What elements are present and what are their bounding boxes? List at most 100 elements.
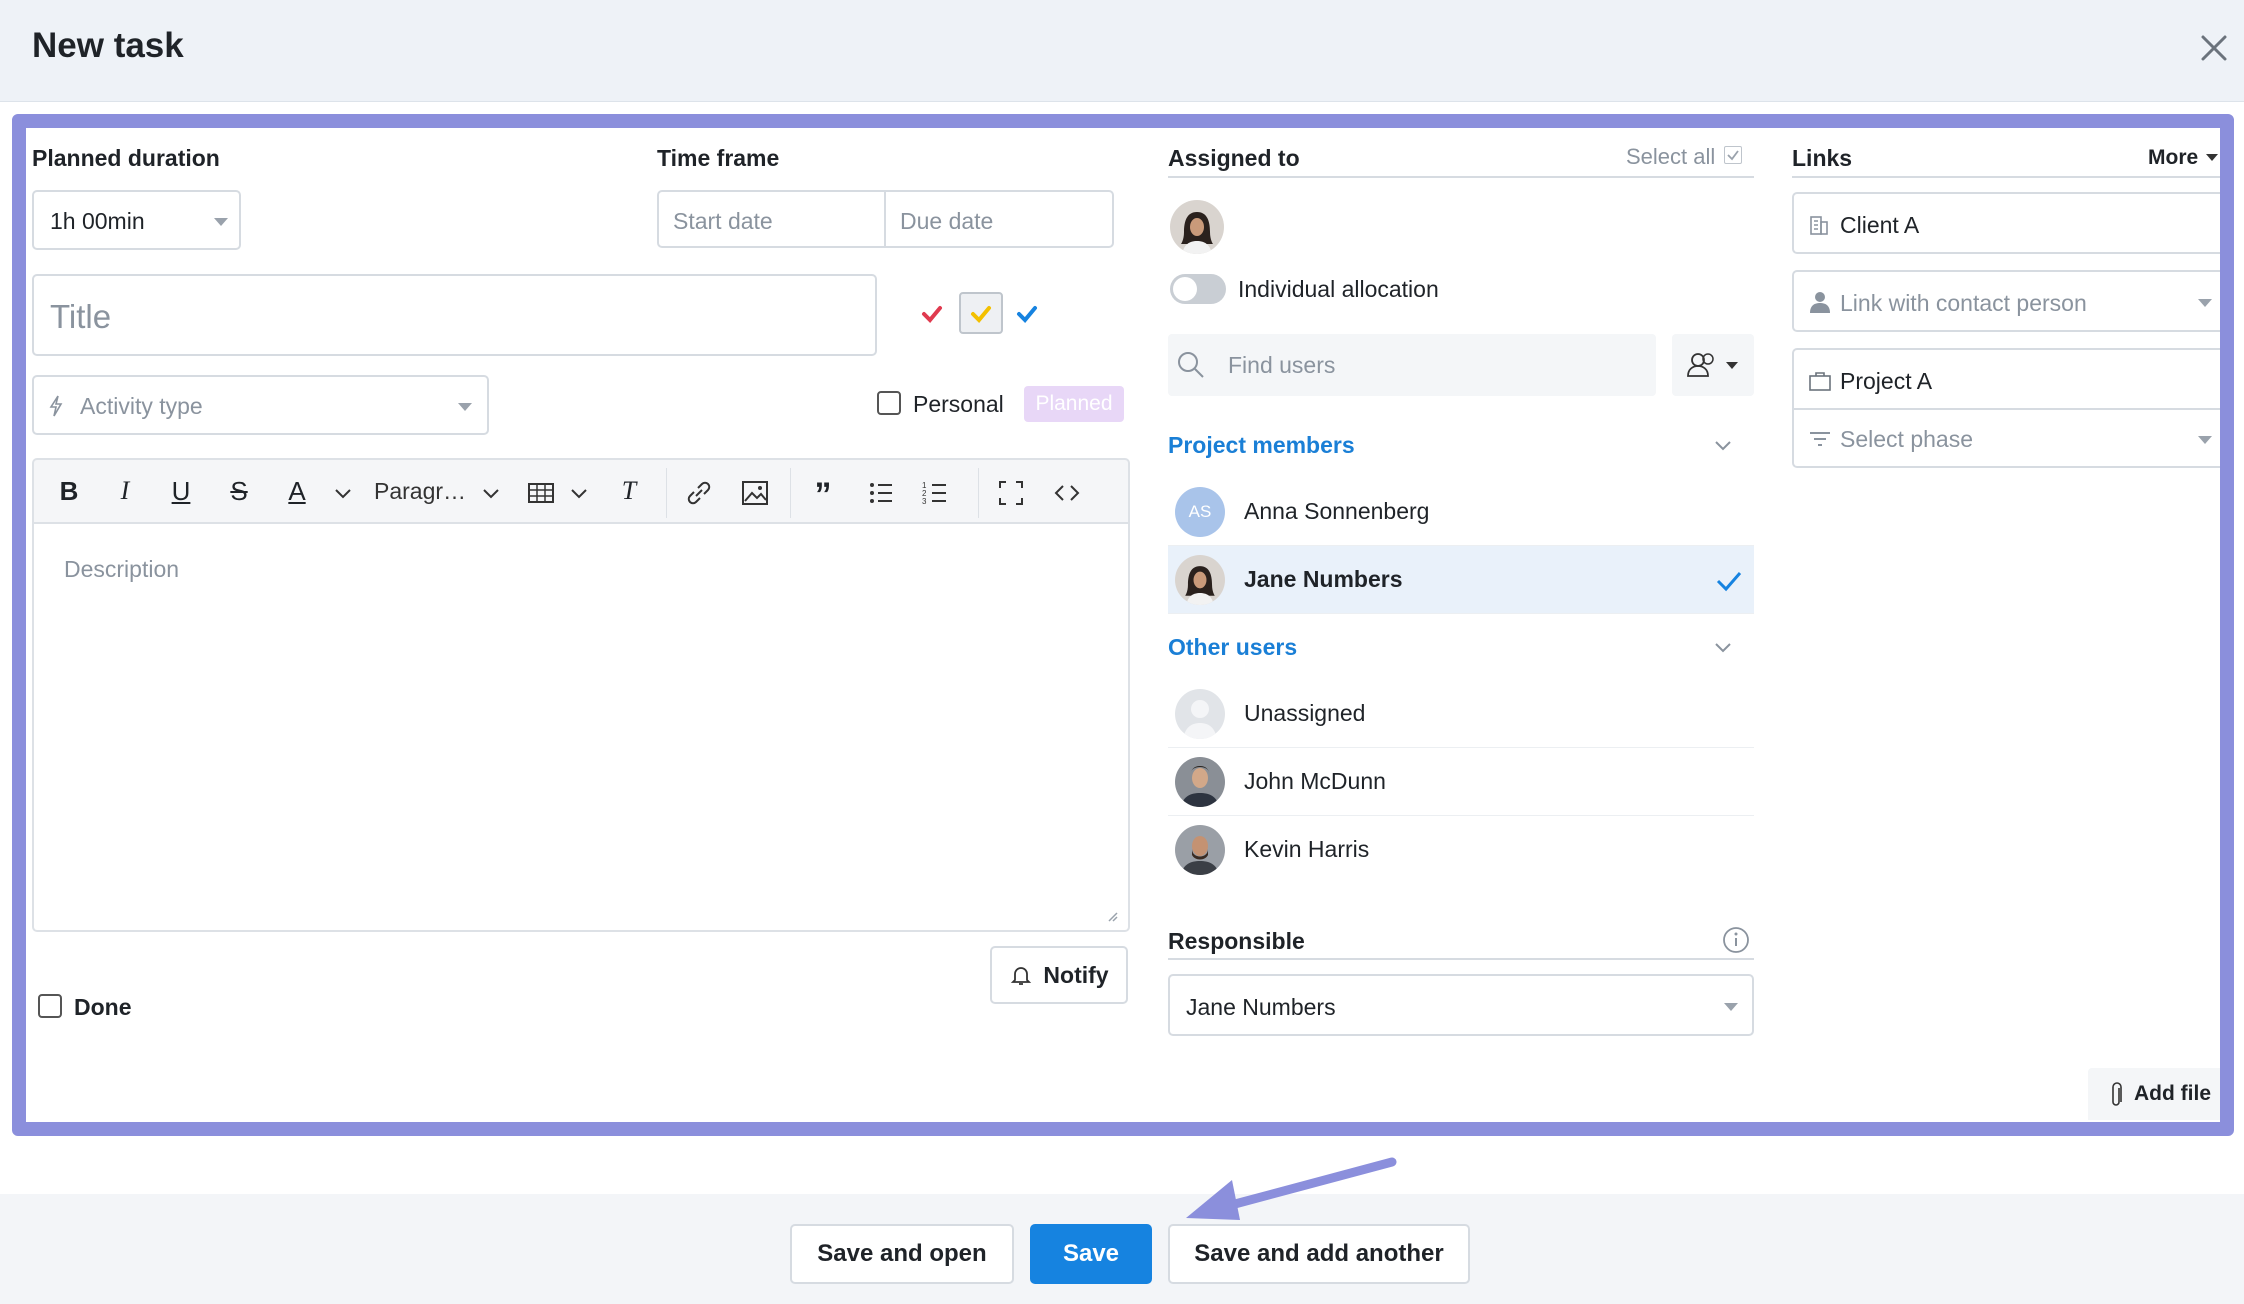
resize-handle-icon[interactable] <box>1106 910 1118 922</box>
clear-format-icon[interactable]: T <box>612 476 646 510</box>
chevron-down-icon[interactable] <box>1712 434 1734 456</box>
planned-badge: Planned <box>1024 386 1124 422</box>
user-row-unassigned[interactable]: Unassigned <box>1168 680 1754 748</box>
paragraph-select[interactable]: Paragr… <box>374 478 466 505</box>
project-value: Project A <box>1840 368 1933 394</box>
title-placeholder: Title <box>50 298 112 335</box>
chevron-down-icon[interactable] <box>474 476 508 510</box>
save-and-open-button[interactable]: Save and open <box>790 1224 1014 1284</box>
notify-label: Notify <box>1043 961 1109 988</box>
add-file-button[interactable]: Add file <box>2088 1068 2220 1120</box>
notify-button[interactable]: Notify <box>990 946 1128 1004</box>
underline-icon[interactable]: U <box>164 476 198 510</box>
priority-yellow-check[interactable] <box>959 292 1003 334</box>
placeholder-avatar-icon <box>1175 689 1225 739</box>
toolbar-divider <box>790 468 791 518</box>
numbered-list-icon[interactable]: 123 <box>918 476 952 510</box>
bell-icon <box>1011 967 1032 985</box>
individual-allocation-toggle[interactable] <box>1170 274 1226 304</box>
check-icon <box>922 306 942 323</box>
table-icon[interactable] <box>524 476 558 510</box>
close-button[interactable] <box>2192 26 2236 70</box>
user-row-kevin[interactable]: Kevin Harris <box>1168 816 1754 884</box>
annotation-arrow-icon <box>1186 1157 1397 1220</box>
responsible-label: Responsible <box>1168 928 1305 954</box>
assigned-avatar[interactable] <box>1170 200 1224 254</box>
caret-down-icon <box>1726 362 1738 369</box>
save-button[interactable]: Save <box>1030 1224 1152 1284</box>
chevron-down-icon <box>214 218 228 226</box>
strikethrough-icon[interactable]: S <box>222 476 256 510</box>
start-date-input[interactable]: Start date <box>657 190 886 248</box>
select-all-link[interactable]: Select all <box>1626 144 1715 170</box>
fullscreen-icon[interactable] <box>994 476 1028 510</box>
contact-person-select[interactable]: Link with contact person <box>1792 270 2220 332</box>
chevron-down-icon <box>2198 436 2212 444</box>
chevron-down-icon[interactable] <box>562 476 596 510</box>
planned-duration-select[interactable]: 1h 00min <box>32 190 241 250</box>
phase-select[interactable]: Select phase <box>1792 408 2220 468</box>
user-name: Kevin Harris <box>1244 836 1370 862</box>
save-and-add-another-button[interactable]: Save and add another <box>1168 1224 1470 1284</box>
description-editor[interactable]: Description <box>32 522 1130 932</box>
avatar <box>1175 555 1225 605</box>
user-row-john[interactable]: John McDunn <box>1168 748 1754 816</box>
phase-placeholder: Select phase <box>1840 426 1973 452</box>
user-name: Unassigned <box>1244 700 1366 726</box>
select-all-checkbox[interactable] <box>1724 146 1742 164</box>
due-date-input[interactable]: Due date <box>884 190 1114 248</box>
project-link-field[interactable]: Project A <box>1792 348 2220 410</box>
responsible-value: Jane Numbers <box>1186 994 1336 1020</box>
activity-type-placeholder: Activity type <box>80 393 203 419</box>
activity-type-select[interactable]: Activity type <box>32 375 489 435</box>
chevron-down-icon <box>2198 299 2212 307</box>
find-users-input[interactable]: Find users <box>1168 334 1656 396</box>
check-icon <box>1727 150 1739 161</box>
chevron-down-icon <box>1724 1003 1738 1011</box>
other-users-header[interactable]: Other users <box>1168 634 1297 661</box>
check-icon <box>1716 572 1742 592</box>
links-divider <box>1792 176 2220 178</box>
user-name: Anna Sonnenberg <box>1244 498 1430 524</box>
client-link-field[interactable]: Client A <box>1792 192 2220 254</box>
avatar <box>1175 689 1225 739</box>
avatar <box>1175 825 1225 875</box>
user-filter-button[interactable] <box>1672 334 1754 396</box>
bulleted-list-icon[interactable] <box>864 476 898 510</box>
avatar <box>1175 757 1225 807</box>
priority-blue-check[interactable] <box>1013 300 1041 328</box>
add-file-label: Add file <box>2134 1082 2211 1105</box>
links-label: Links <box>1792 145 1853 171</box>
search-icon <box>1178 352 1204 378</box>
bold-icon[interactable]: B <box>52 476 86 510</box>
quote-icon[interactable]: ” <box>806 476 840 514</box>
chevron-down-icon <box>458 403 472 411</box>
chevron-down-icon[interactable] <box>1712 636 1734 658</box>
title-input[interactable]: Title <box>32 274 877 356</box>
phase-icon <box>1810 432 1830 446</box>
due-date-placeholder: Due date <box>900 208 994 234</box>
personal-checkbox[interactable] <box>877 391 901 415</box>
chevron-down-icon[interactable] <box>326 476 360 510</box>
toolbar-divider <box>666 468 667 518</box>
paperclip-icon <box>2112 1082 2122 1106</box>
avatar: AS <box>1175 487 1225 537</box>
source-code-icon[interactable] <box>1050 476 1084 510</box>
check-icon <box>1017 306 1037 323</box>
image-icon[interactable] <box>738 476 772 510</box>
responsible-select[interactable]: Jane Numbers <box>1168 974 1754 1036</box>
info-icon[interactable] <box>1722 926 1750 954</box>
link-icon[interactable] <box>682 476 716 510</box>
priority-red-check[interactable] <box>918 300 946 328</box>
project-members-header[interactable]: Project members <box>1168 432 1355 459</box>
caret-down-icon[interactable] <box>2206 154 2218 161</box>
italic-icon[interactable]: I <box>108 476 142 510</box>
done-checkbox[interactable] <box>38 994 62 1018</box>
more-menu[interactable]: More <box>2148 146 2198 170</box>
assigned-divider <box>1168 176 1754 178</box>
user-row-jane[interactable]: Jane Numbers <box>1168 546 1754 614</box>
font-color-icon[interactable]: A <box>280 476 314 510</box>
person-icon <box>1810 292 1830 313</box>
user-row-anna[interactable]: AS Anna Sonnenberg <box>1168 478 1754 546</box>
dialog-title: New task <box>32 26 184 65</box>
